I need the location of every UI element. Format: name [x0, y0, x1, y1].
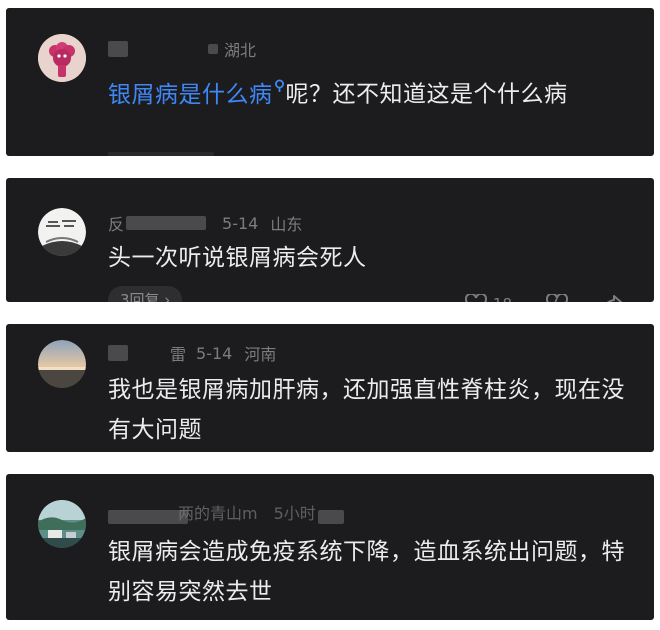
- comment-text: 头一次听说银屑病会死人: [108, 245, 367, 271]
- comment-text: 银屑病是什么病 呢？还不知道这是个什么病: [108, 66, 638, 115]
- avatar[interactable]: [38, 208, 86, 256]
- blurred-username: [108, 41, 128, 57]
- comment-actions: 18: [431, 294, 624, 302]
- comment-meta: 反 5-14 山东: [108, 212, 303, 235]
- blurred-meta: [317, 510, 344, 524]
- comment-meta: 湖北: [108, 38, 256, 60]
- avatar-image: [38, 34, 86, 82]
- comment-body: 呢？还不知道这是个什么病: [285, 81, 568, 108]
- comment-username: 反: [108, 215, 125, 234]
- comment-text: 银屑病会造成免疫系统下降，造血系统出问题，特别容易突然去世: [108, 539, 625, 605]
- avatar-image: [38, 500, 86, 548]
- search-icon: [274, 66, 286, 106]
- comment-text: 我也是银屑病加肝病，还加强直性脊柱炎，现在没有大问题: [108, 377, 625, 443]
- comment-location: 湖北: [224, 41, 257, 60]
- comment-date: 5-14: [196, 343, 233, 363]
- reply-pill-cut: [108, 152, 214, 156]
- avatar-image: [38, 208, 86, 256]
- topic-link-label: 银屑病是什么病: [108, 81, 273, 108]
- like-button[interactable]: 18: [464, 294, 512, 302]
- share-button[interactable]: [602, 294, 624, 302]
- comment-card-3: 雷 5-14 河南 我也是银屑病加肝病，还加强直性脊柱炎，现在没有大问题: [6, 324, 654, 452]
- topic-link[interactable]: 银屑病是什么病: [108, 79, 286, 108]
- comment-location: 河南: [244, 345, 277, 364]
- comment-date: 5-14: [222, 213, 259, 233]
- blurred-date: [208, 44, 218, 54]
- avatar[interactable]: [38, 340, 86, 388]
- dislike-icon: [546, 294, 568, 302]
- comment-location: 山东: [270, 215, 303, 234]
- comment-username: 两的青山m: [178, 504, 258, 523]
- avatar-image: [38, 340, 86, 388]
- blurred-username: [108, 510, 188, 524]
- reply-button[interactable]: 3回复 ›: [108, 286, 183, 302]
- blurred-username: [126, 216, 207, 230]
- share-icon: [607, 295, 623, 302]
- comment-date: 5小时: [273, 504, 316, 523]
- comment-meta: 雷 5-14 河南: [108, 342, 276, 364]
- comment-card-2: 反 5-14 山东 头一次听说银屑病会死人 3回复 › 18: [6, 178, 654, 302]
- comment-meta: 两的青山m 5小时: [108, 500, 344, 524]
- like-count: 18: [493, 295, 512, 302]
- comment-username: 雷: [170, 345, 187, 364]
- comment-card-1: 湖北 银屑病是什么病 呢？还不知道这是个什么病: [6, 8, 654, 156]
- like-icon: [464, 294, 487, 302]
- blurred-username: [108, 345, 128, 361]
- comment-card-4: 两的青山m 5小时 银屑病会造成免疫系统下降，造血系统出问题，特别容易突然去世: [6, 474, 654, 620]
- dislike-button[interactable]: [546, 294, 568, 302]
- avatar[interactable]: [38, 500, 86, 548]
- avatar[interactable]: [38, 34, 86, 82]
